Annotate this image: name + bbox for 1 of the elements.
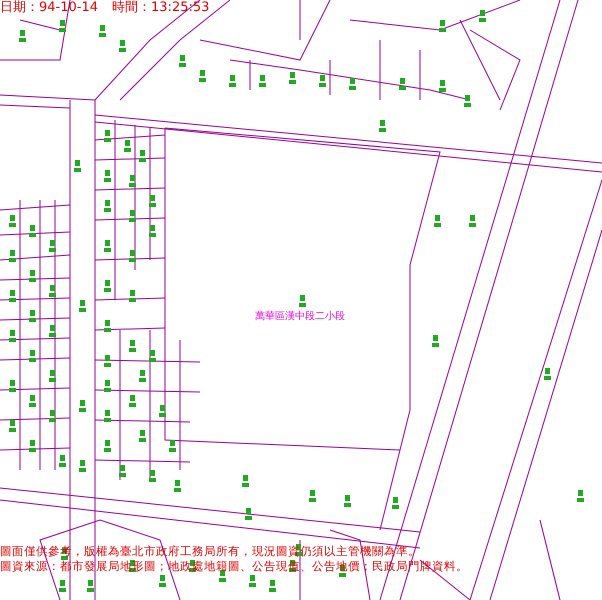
section-label: 萬華區漢中段二小段 [255, 311, 345, 323]
